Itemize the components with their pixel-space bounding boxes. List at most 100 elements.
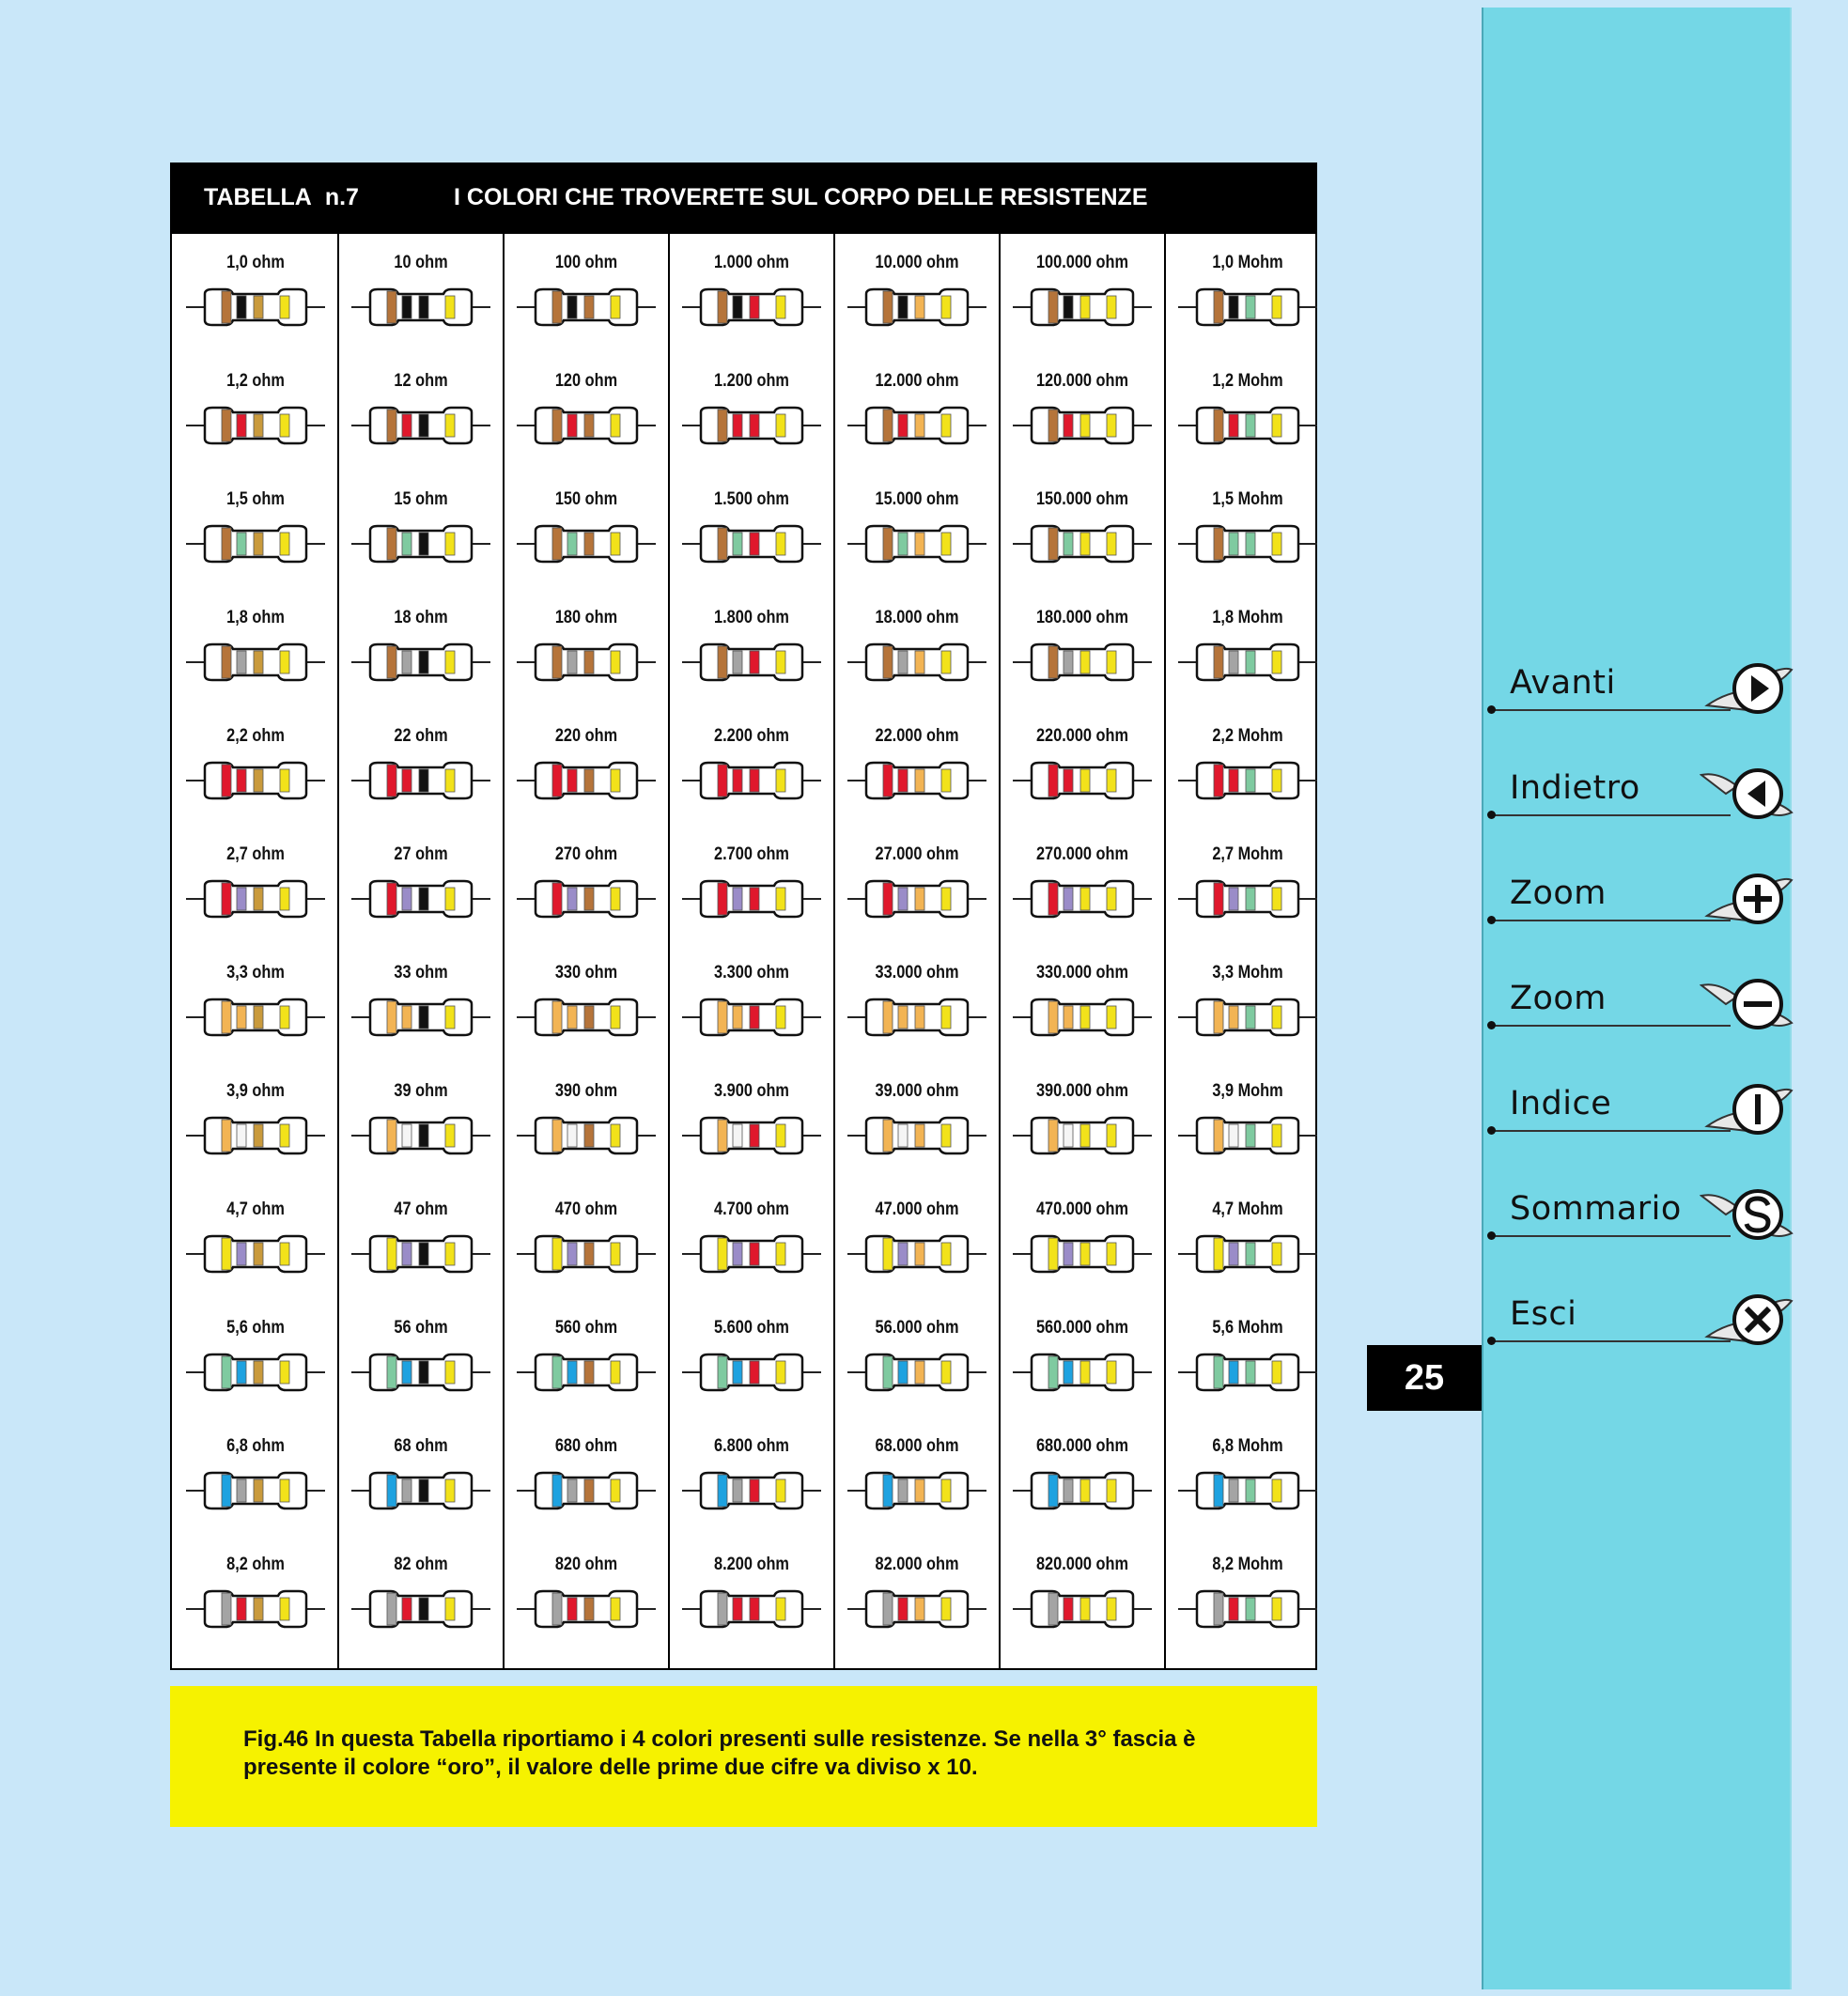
- color-band: [940, 1005, 952, 1029]
- color-band: [610, 1242, 621, 1266]
- nav-sommario-button[interactable]: Sommario: [1483, 1186, 1794, 1252]
- color-band: [1079, 413, 1091, 438]
- color-band: [749, 413, 760, 438]
- color-band: [253, 1360, 264, 1385]
- color-band: [940, 295, 952, 319]
- color-band: [732, 1242, 743, 1266]
- resistor-cell: 33 ohm: [339, 946, 503, 1064]
- color-band: [551, 409, 563, 442]
- resistance-value: 27.000 ohm: [875, 844, 959, 864]
- color-band: [583, 532, 595, 556]
- color-band: [418, 1005, 429, 1029]
- color-band: [732, 295, 743, 319]
- nav-zoom-out-button[interactable]: Zoom: [1483, 976, 1794, 1042]
- nav-indietro-button[interactable]: Indietro: [1483, 766, 1794, 831]
- color-band: [401, 413, 412, 438]
- caption-box: Fig.46 In questa Tabella riportiamo i 4 …: [170, 1686, 1317, 1827]
- color-band: [1271, 1123, 1282, 1148]
- color-band: [567, 1597, 578, 1621]
- color-band: [940, 650, 952, 674]
- nav-label: Zoom: [1510, 980, 1607, 1017]
- color-band: [749, 1360, 760, 1385]
- resistance-value: 82 ohm: [394, 1555, 448, 1574]
- resistor-cell: 22.000 ohm: [835, 709, 999, 828]
- nav-esci-button[interactable]: Esci: [1483, 1292, 1794, 1357]
- color-band: [418, 532, 429, 556]
- color-band: [418, 887, 429, 911]
- resistor-icon: [186, 406, 325, 445]
- color-band: [1048, 882, 1059, 916]
- color-band: [940, 1123, 952, 1148]
- resistance-value: 56 ohm: [394, 1318, 448, 1338]
- color-band: [444, 1123, 456, 1148]
- resistor-icon: [351, 1353, 490, 1392]
- nav-underline: [1491, 920, 1731, 921]
- color-band: [749, 295, 760, 319]
- resistor-cell: 220 ohm: [505, 709, 668, 828]
- color-band: [221, 1119, 232, 1153]
- color-band: [914, 1360, 925, 1385]
- color-band: [386, 1237, 397, 1271]
- color-band: [1063, 1242, 1074, 1266]
- resistor-icon: [847, 287, 986, 327]
- arrow-right-icon: [1704, 663, 1794, 714]
- resistor-icon: [682, 879, 821, 919]
- resistance-value: 5.600 ohm: [714, 1318, 789, 1338]
- resistor-icon: [1178, 998, 1317, 1037]
- color-band: [1048, 645, 1059, 679]
- resistor-cell: 6.800 ohm: [670, 1419, 833, 1538]
- resistor-cell: 27 ohm: [339, 828, 503, 946]
- resistor-icon: [682, 1589, 821, 1629]
- color-band: [610, 1360, 621, 1385]
- resistor-cell: 4,7 ohm: [174, 1183, 337, 1301]
- color-band: [444, 1597, 456, 1621]
- resistance-value: 39 ohm: [394, 1081, 448, 1101]
- resistor-icon: [1178, 1589, 1317, 1629]
- resistance-value: 5,6 Mohm: [1212, 1318, 1283, 1338]
- resistor-cell: 1,8 Mohm: [1166, 591, 1329, 709]
- resistor-cell: 220.000 ohm: [1001, 709, 1164, 828]
- resistor-cell: 2,7 ohm: [174, 828, 337, 946]
- color-band: [1048, 1592, 1059, 1626]
- color-band: [1245, 1242, 1256, 1266]
- resistor-cell: 56.000 ohm: [835, 1301, 999, 1419]
- resistor-icon: [351, 287, 490, 327]
- resistor-icon: [186, 761, 325, 800]
- color-band: [882, 1119, 893, 1153]
- resistor-icon: [847, 761, 986, 800]
- color-band: [236, 650, 247, 674]
- resistance-value: 3,3 Mohm: [1212, 963, 1283, 983]
- resistor-icon: [1013, 761, 1152, 800]
- color-band: [551, 1000, 563, 1034]
- color-band: [418, 295, 429, 319]
- resistance-value: 2,7 Mohm: [1212, 844, 1283, 864]
- resistor-icon: [186, 524, 325, 564]
- color-band: [236, 1360, 247, 1385]
- color-band: [914, 650, 925, 674]
- color-band: [583, 1242, 595, 1266]
- resistance-value: 560.000 ohm: [1035, 1318, 1129, 1338]
- color-band: [610, 413, 621, 438]
- color-band: [236, 768, 247, 793]
- color-band: [444, 532, 456, 556]
- color-band: [567, 413, 578, 438]
- color-band: [551, 764, 563, 797]
- resistance-value: 680 ohm: [554, 1436, 618, 1456]
- resistance-value: 12.000 ohm: [875, 371, 959, 391]
- resistor-cell: 22 ohm: [339, 709, 503, 828]
- nav-avanti-button[interactable]: Avanti: [1483, 660, 1794, 726]
- resistance-value: 3,3 ohm: [226, 963, 285, 983]
- color-band: [236, 413, 247, 438]
- resistor-icon: [1013, 642, 1152, 682]
- nav-indice-button[interactable]: Indice: [1483, 1081, 1794, 1147]
- color-band: [279, 1005, 290, 1029]
- resistance-value: 82.000 ohm: [875, 1555, 959, 1574]
- color-band: [567, 295, 578, 319]
- resistor-cell: 820.000 ohm: [1001, 1538, 1164, 1656]
- resistor-cell: 120 ohm: [505, 354, 668, 472]
- resistor-icon: [186, 287, 325, 327]
- nav-zoom-in-button[interactable]: Zoom: [1483, 871, 1794, 936]
- color-band: [940, 1242, 952, 1266]
- resistance-value: 4.700 ohm: [714, 1199, 789, 1219]
- color-band: [610, 1478, 621, 1503]
